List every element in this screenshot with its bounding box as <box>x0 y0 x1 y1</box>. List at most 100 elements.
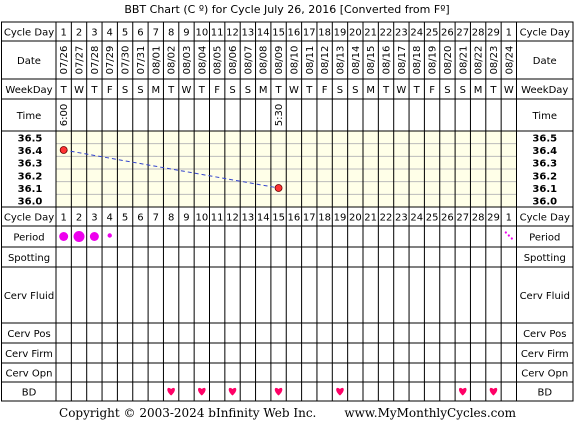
date-label: 08/06 <box>228 46 239 75</box>
cycle-day-number: 25 <box>426 28 439 39</box>
cycle-day-number: 10 <box>195 28 208 39</box>
copyright-text: Copyright © 2003-2024 bInfinity Web Inc. <box>59 405 317 420</box>
bd-heart-icon <box>489 387 498 396</box>
cycle-day-number: 4 <box>107 28 113 39</box>
cycle-day-number: 11 <box>211 213 224 224</box>
row-label-left: Cerv Fluid <box>4 291 54 302</box>
cycle-day-number: 26 <box>441 28 454 39</box>
weekday-label: T <box>167 85 175 96</box>
date-label: 08/13 <box>335 46 346 75</box>
cycle-day-number: 28 <box>472 213 485 224</box>
row-label-left: Cycle Day <box>4 213 54 224</box>
date-label: 08/16 <box>382 46 393 75</box>
weekday-label: S <box>352 85 358 96</box>
cycle-day-number: 27 <box>456 28 469 39</box>
cycle-day-number: 7 <box>153 28 159 39</box>
cycle-day-number: 16 <box>288 213 301 224</box>
cycle-day-number: 12 <box>226 28 239 39</box>
cycle-day-number: 12 <box>226 213 239 224</box>
row-label-left: Cerv Pos <box>7 329 50 340</box>
cycle-day-number: 13 <box>242 213 255 224</box>
temp-tick-label-left: 36.2 <box>18 171 43 182</box>
cycle-day-number: 23 <box>395 28 408 39</box>
temp-tick-label-right: 36.0 <box>532 197 557 208</box>
period-mark <box>89 232 99 241</box>
cycle-day-number: 6 <box>137 28 143 39</box>
row-label-left: WeekDay <box>5 85 52 96</box>
date-label: 08/19 <box>428 46 439 75</box>
cycle-day-number: 6 <box>137 213 143 224</box>
cycle-day-number: 14 <box>257 213 270 224</box>
weekday-label: M <box>366 85 375 96</box>
period-spotting-dot <box>507 234 510 237</box>
row-label-right: Cycle Day <box>520 28 570 39</box>
weekday-label: W <box>504 85 514 96</box>
bd-heart-icon <box>458 387 467 396</box>
bbt-data-point <box>274 184 283 192</box>
cycle-day-number: 25 <box>426 213 439 224</box>
cycle-day-number: 15 <box>272 28 285 39</box>
bd-heart-icon <box>198 387 206 396</box>
weekday-label: S <box>229 85 235 96</box>
date-label: 08/20 <box>443 46 454 75</box>
cycle-day-number: 13 <box>242 28 255 39</box>
temp-tick-label-left: 36.0 <box>18 197 43 208</box>
weekday-label: F <box>429 85 435 96</box>
cycle-day-number: 26 <box>441 213 454 224</box>
bbt-chart-svg: BBT Chart (C º) for Cycle July 26, 2016 … <box>1 3 574 402</box>
weekday-label: M <box>259 85 268 96</box>
row-label-left: Cerv Firm <box>5 349 53 360</box>
date-label: 07/31 <box>136 46 147 75</box>
date-label: 08/15 <box>366 46 377 75</box>
cycle-day-number: 20 <box>349 213 362 224</box>
weekday-label: W <box>396 85 406 96</box>
cycle-day-number: 9 <box>183 28 189 39</box>
date-label: 08/03 <box>182 46 193 75</box>
date-label: 07/28 <box>90 46 101 75</box>
date-label: 08/04 <box>197 46 208 75</box>
row-label-right: BD <box>537 388 552 399</box>
bd-heart-icon <box>167 387 175 396</box>
date-label: 08/21 <box>458 46 469 75</box>
row-label-left: Spotting <box>8 253 50 264</box>
date-label: 07/29 <box>105 46 116 75</box>
date-label: 08/10 <box>289 46 300 75</box>
cycle-day-number: 28 <box>472 28 485 39</box>
period-mark <box>107 233 112 238</box>
cycle-day-number: 17 <box>303 28 316 39</box>
weekday-label: F <box>107 85 113 96</box>
date-label: 07/30 <box>121 46 132 75</box>
date-label: 08/24 <box>504 46 515 75</box>
weekday-label: M <box>151 85 160 96</box>
cycle-day-number: 4 <box>107 213 113 224</box>
date-label: 08/02 <box>167 46 178 75</box>
row-label-left: Time <box>16 111 41 122</box>
date-label: 08/05 <box>213 46 224 75</box>
cycle-day-number: 1 <box>60 28 66 39</box>
weekday-label: W <box>289 85 299 96</box>
temp-tick-label-right: 36.3 <box>532 159 557 170</box>
cycle-day-number: 27 <box>456 213 469 224</box>
cycle-day-number: 7 <box>153 213 159 224</box>
cycle-day-number: 23 <box>395 213 408 224</box>
weekday-label: T <box>382 85 390 96</box>
weekday-label: S <box>137 85 143 96</box>
weekday-label: T <box>198 85 206 96</box>
row-label-right: Spotting <box>524 253 566 264</box>
cycle-day-number: 29 <box>487 28 500 39</box>
cycle-day-number: 8 <box>168 28 174 39</box>
date-label: 08/17 <box>397 46 408 75</box>
site-link[interactable]: www.MyMonthlyCycles.com <box>344 406 516 420</box>
date-label: 08/14 <box>351 46 362 75</box>
weekday-label: S <box>460 85 466 96</box>
row-label-left: Period <box>13 233 44 244</box>
row-label-right: Date <box>533 56 557 67</box>
weekday-label: T <box>60 85 68 96</box>
cycle-day-number: 17 <box>303 213 316 224</box>
time-label: 5:30 <box>274 104 285 126</box>
cycle-day-number: 1 <box>506 28 512 39</box>
date-label: 08/18 <box>412 46 423 75</box>
date-label: 08/07 <box>243 46 254 75</box>
cycle-day-number: 1 <box>506 213 512 224</box>
weekday-label: S <box>122 85 128 96</box>
